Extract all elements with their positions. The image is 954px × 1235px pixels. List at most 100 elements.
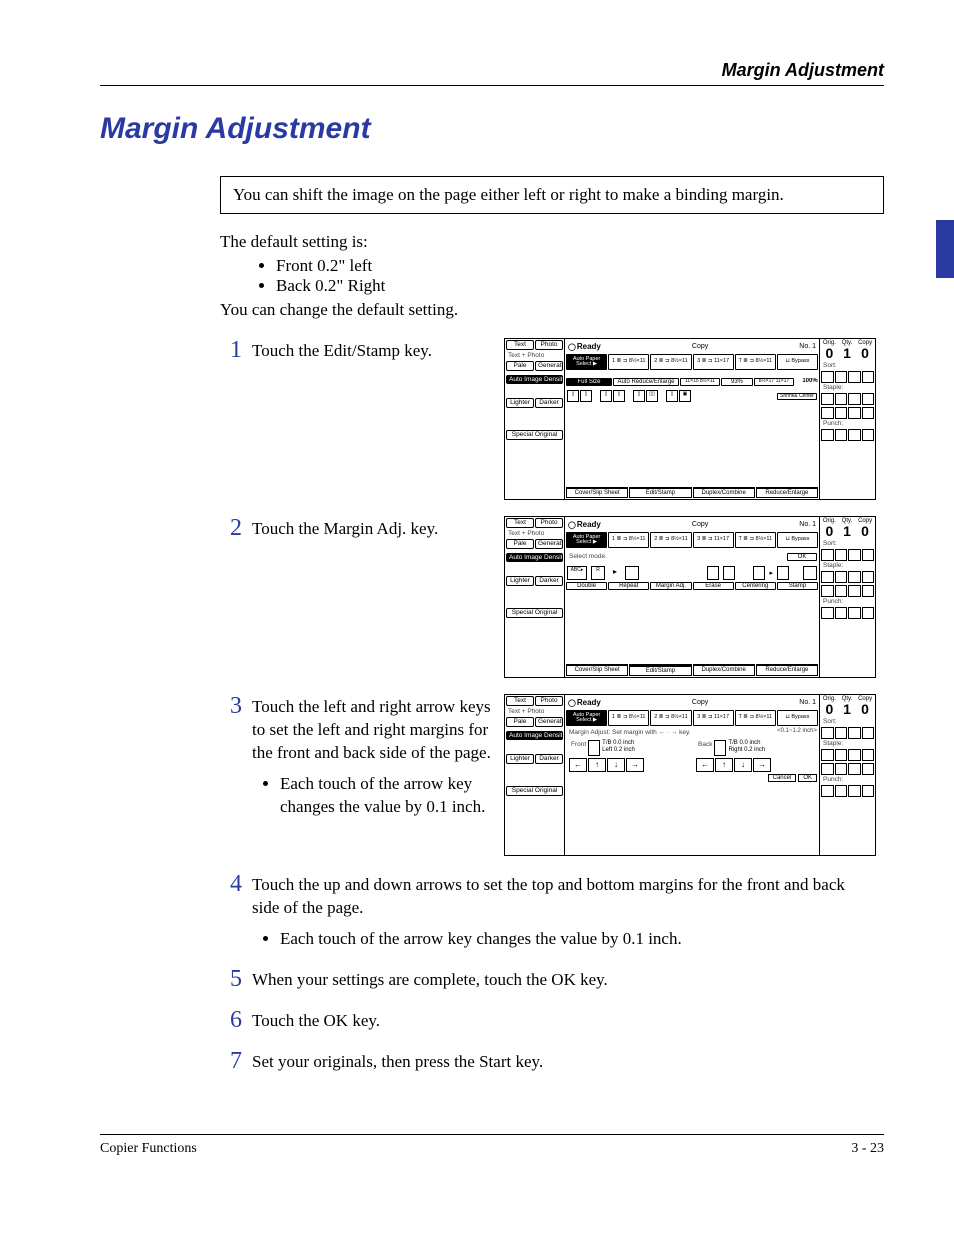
staple-opt-4[interactable] <box>862 393 875 405</box>
btn-ratio-1[interactable]: 11×15 8½×11 <box>680 378 720 386</box>
mode-icon-margin[interactable] <box>625 566 639 580</box>
tab-duplex-combine[interactable]: Duplex/Combine <box>693 664 755 676</box>
book-icon-b[interactable]: ▣ <box>679 390 691 402</box>
btn-repeat[interactable]: Repeat <box>608 582 649 590</box>
punch-opt-4[interactable] <box>862 607 875 619</box>
staple-opt-6[interactable] <box>835 585 848 597</box>
btn-ok[interactable]: OK <box>787 553 817 561</box>
btn-front-up[interactable]: ↑ <box>588 758 606 772</box>
btn-pale[interactable]: Pale <box>506 539 534 549</box>
punch-opt-3[interactable] <box>848 785 861 797</box>
tray-bypass[interactable]: ⊔ Bypass <box>777 354 818 370</box>
mode-icon-center-a[interactable] <box>753 566 765 580</box>
tray-1[interactable]: 1 ≣ ⊐ 8½×11 <box>608 710 649 726</box>
btn-generation[interactable]: Generation <box>535 717 563 727</box>
btn-generation[interactable]: Generation <box>535 539 563 549</box>
punch-opt-1[interactable] <box>821 429 834 441</box>
btn-full-size[interactable]: Full Size <box>566 378 612 386</box>
tab-cover-slip[interactable]: Cover/Slip Sheet <box>566 664 628 676</box>
staple-opt-6[interactable] <box>835 407 848 419</box>
sort-opt-1[interactable] <box>821 549 834 561</box>
btn-special-original[interactable]: Special Original <box>506 786 563 796</box>
btn-text[interactable]: Text <box>506 340 534 350</box>
sort-opt-1[interactable] <box>821 727 834 739</box>
staple-opt-2[interactable] <box>835 749 848 761</box>
btn-auto-image-density[interactable]: Auto Image Density <box>506 375 563 385</box>
tray-t[interactable]: T ≣ ⊐ 8½×11 <box>735 710 776 726</box>
tab-reduce-enlarge[interactable]: Reduce/Enlarge <box>756 487 818 498</box>
btn-lighter[interactable]: Lighter <box>506 754 534 764</box>
staple-opt-1[interactable] <box>821 393 834 405</box>
btn-front-right[interactable]: → <box>626 758 644 772</box>
punch-opt-2[interactable] <box>835 785 848 797</box>
btn-erase[interactable]: Erase <box>693 582 734 590</box>
punch-opt-3[interactable] <box>848 607 861 619</box>
btn-back-left[interactable]: ← <box>696 758 714 772</box>
tray-t[interactable]: T ≣ ⊐ 8½×11 <box>735 354 776 370</box>
btn-auto-image-density[interactable]: Auto Image Density <box>506 731 563 741</box>
btn-auto-paper-select[interactable]: Auto Paper Select ▶ <box>566 532 607 548</box>
tray-3[interactable]: 3 ≣ ⊐ 11×17 <box>693 532 734 548</box>
stack-opt-2[interactable] <box>862 549 875 561</box>
staple-opt-3[interactable] <box>848 393 861 405</box>
tab-edit-stamp[interactable]: Edit/Stamp <box>629 487 691 498</box>
btn-ratio-2[interactable]: 8½×17 11×17 <box>754 378 794 386</box>
btn-photo[interactable]: Photo <box>535 696 563 706</box>
btn-darker[interactable]: Darker <box>535 398 563 408</box>
btn-auto-paper-select[interactable]: Auto Paper Select ▶ <box>566 354 607 370</box>
punch-opt-1[interactable] <box>821 607 834 619</box>
sort-opt-2[interactable] <box>835 549 848 561</box>
btn-lighter[interactable]: Lighter <box>506 398 534 408</box>
btn-front-left[interactable]: ← <box>569 758 587 772</box>
mode-icon-double[interactable]: ABC▸ <box>567 566 587 580</box>
staple-opt-1[interactable] <box>821 749 834 761</box>
punch-opt-4[interactable] <box>862 785 875 797</box>
mode-icon-erase-a[interactable] <box>707 566 719 580</box>
tray-bypass[interactable]: ⊔ Bypass <box>777 532 818 548</box>
staple-opt-8[interactable] <box>862 407 875 419</box>
staple-opt-1[interactable] <box>821 571 834 583</box>
btn-darker[interactable]: Darker <box>535 576 563 586</box>
btn-text[interactable]: Text <box>506 696 534 706</box>
stack-opt-2[interactable] <box>862 727 875 739</box>
tab-cover-slip[interactable]: Cover/Slip Sheet <box>566 487 628 498</box>
tray-2[interactable]: 2 ≣ ⊐ 8½×11 <box>650 710 691 726</box>
staple-opt-2[interactable] <box>835 393 848 405</box>
series-icon-b[interactable]: ▯▯ <box>646 390 658 402</box>
book-icon[interactable]: ▯ <box>666 390 678 402</box>
staple-opt-4[interactable] <box>862 749 875 761</box>
tray-2[interactable]: 2 ≣ ⊐ 8½×11 <box>650 354 691 370</box>
mode-icon-repeat[interactable]: R <box>591 566 605 580</box>
punch-opt-3[interactable] <box>848 429 861 441</box>
series-icon[interactable]: ▯ <box>633 390 645 402</box>
btn-double[interactable]: Double <box>566 582 607 590</box>
tray-bypass[interactable]: ⊔ Bypass <box>777 710 818 726</box>
btn-back-up[interactable]: ↑ <box>715 758 733 772</box>
staple-opt-6[interactable] <box>835 763 848 775</box>
btn-ok[interactable]: OK <box>798 774 817 782</box>
duplex-icon-b[interactable]: ▯ <box>580 390 592 402</box>
btn-auto-paper-select[interactable]: Auto Paper Select ▶ <box>566 710 607 726</box>
btn-darker[interactable]: Darker <box>535 754 563 764</box>
btn-special-original[interactable]: Special Original <box>506 608 563 618</box>
punch-opt-4[interactable] <box>862 429 875 441</box>
btn-special-original[interactable]: Special Original <box>506 430 563 440</box>
sort-opt-2[interactable] <box>835 727 848 739</box>
duplex-icon[interactable]: ▯ <box>567 390 579 402</box>
btn-cancel[interactable]: Cancel <box>768 774 797 782</box>
staple-opt-3[interactable] <box>848 749 861 761</box>
btn-centering[interactable]: Centering <box>735 582 776 590</box>
btn-photo[interactable]: Photo <box>535 340 563 350</box>
tray-3[interactable]: 3 ≣ ⊐ 11×17 <box>693 710 734 726</box>
stack-opt-1[interactable] <box>848 371 861 383</box>
staple-opt-5[interactable] <box>821 585 834 597</box>
btn-stamp[interactable]: Stamp <box>777 582 818 590</box>
btn-margin-adj[interactable]: Margin Adj. <box>650 582 691 590</box>
staple-opt-8[interactable] <box>862 763 875 775</box>
staple-opt-8[interactable] <box>862 585 875 597</box>
staple-opt-3[interactable] <box>848 571 861 583</box>
mode-icon-erase-b[interactable] <box>723 566 735 580</box>
stack-opt-1[interactable] <box>848 549 861 561</box>
btn-pale[interactable]: Pale <box>506 717 534 727</box>
staple-opt-4[interactable] <box>862 571 875 583</box>
